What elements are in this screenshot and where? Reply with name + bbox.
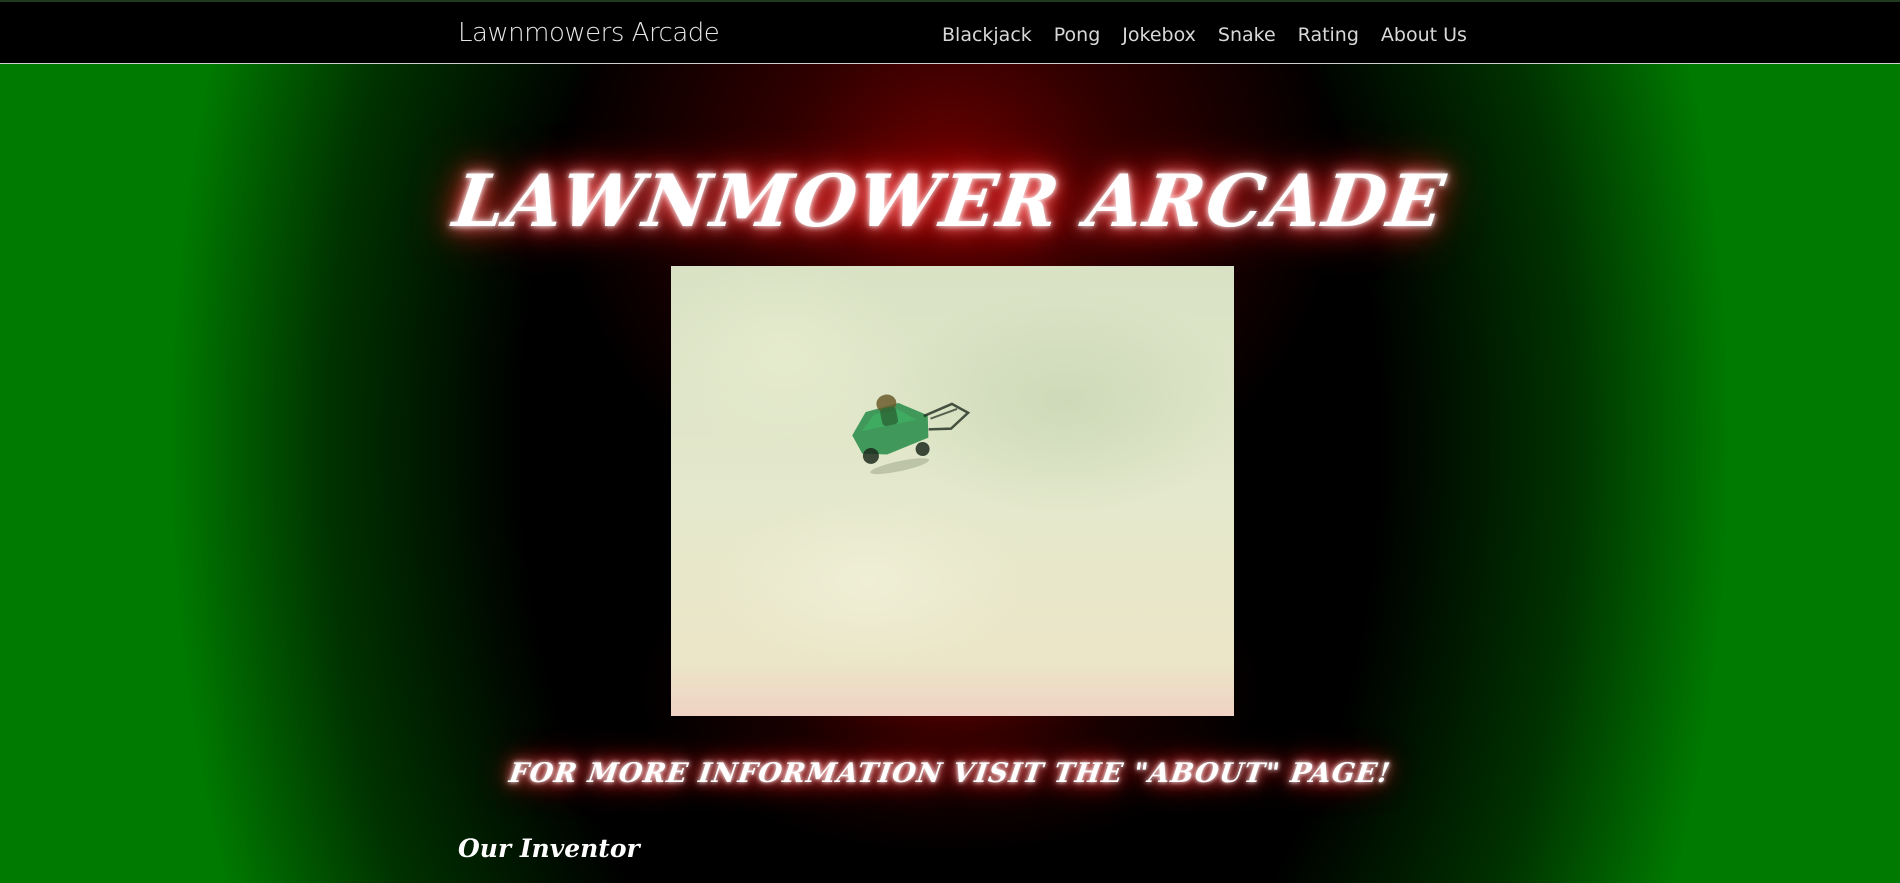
- hero-title: LAWNMOWER ARCADE: [448, 158, 1452, 243]
- nav-link-about-us[interactable]: About Us: [1381, 24, 1467, 46]
- flying-lawnmower-image: [671, 266, 1234, 716]
- nav-link-jokebox[interactable]: Jokebox: [1122, 24, 1196, 46]
- nav-link-pong[interactable]: Pong: [1054, 24, 1101, 46]
- nav-item-about: About Us: [1381, 24, 1467, 46]
- inventor-heading: Our Inventor: [458, 834, 640, 863]
- about-page-hint: FOR MORE INFORMATION VISIT THE "ABOUT" P…: [507, 758, 1393, 789]
- nav-item-blackjack: Blackjack: [942, 24, 1032, 46]
- nav-item-snake: Snake: [1218, 24, 1276, 46]
- nav-item-pong: Pong: [1054, 24, 1101, 46]
- top-navbar: Lawnmowers Arcade Blackjack Pong Jokebox…: [0, 0, 1900, 64]
- nav-link-blackjack[interactable]: Blackjack: [942, 24, 1032, 46]
- nav-links: Blackjack Pong Jokebox Snake Rating Abou…: [942, 24, 1467, 46]
- nav-link-rating[interactable]: Rating: [1298, 24, 1359, 46]
- lawnmower-illustration: [852, 394, 971, 475]
- nav-item-jokebox: Jokebox: [1122, 24, 1196, 46]
- brand-link[interactable]: Lawnmowers Arcade: [458, 18, 720, 48]
- nav-item-rating: Rating: [1298, 24, 1359, 46]
- nav-link-snake[interactable]: Snake: [1218, 24, 1276, 46]
